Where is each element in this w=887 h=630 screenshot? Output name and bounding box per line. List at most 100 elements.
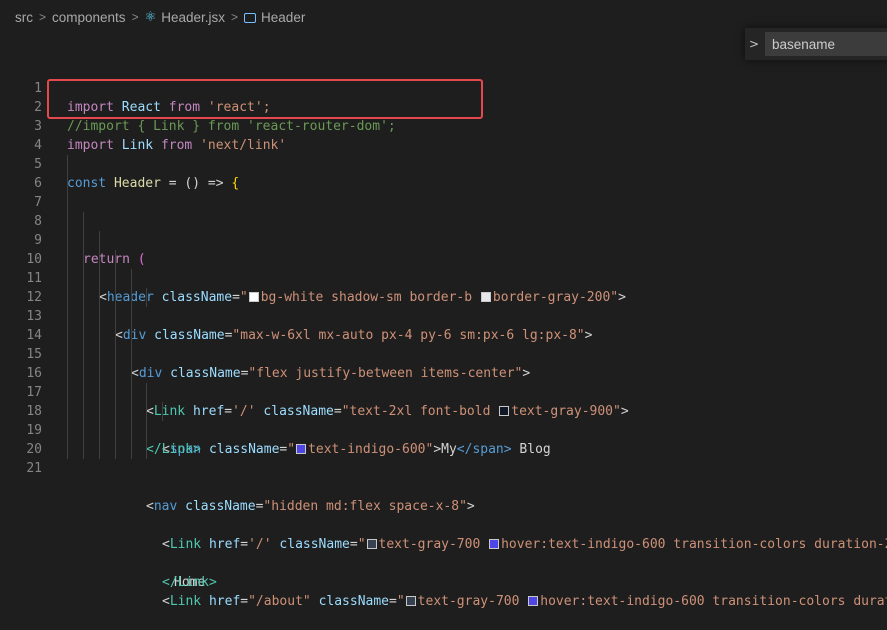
- indent-guide: [146, 402, 147, 421]
- indent-guide: [99, 421, 100, 440]
- indent-guide: [83, 231, 84, 250]
- indent-guide: [67, 345, 68, 364]
- indent-guide: [115, 440, 116, 459]
- color-swatch-gray-700[interactable]: [366, 539, 377, 549]
- indent-guide: [67, 250, 68, 269]
- toggle-replace-chevron-icon[interactable]: >: [745, 37, 763, 51]
- indent-guide: [131, 402, 132, 421]
- indent-guide: [67, 155, 68, 174]
- indent-guide: [83, 440, 84, 459]
- breadcrumb-separator-icon: >: [231, 10, 239, 24]
- token: =: [240, 537, 249, 552]
- indent-guide: [67, 231, 68, 250]
- indent-guide: [146, 383, 147, 402]
- indent-guide: [146, 421, 147, 440]
- token: hover:text-indigo-600 transition-colors …: [501, 537, 887, 552]
- token: href: [208, 594, 241, 609]
- breadcrumb-item-symbol[interactable]: Header: [261, 10, 305, 25]
- breadcrumb-item-components[interactable]: components: [52, 10, 126, 25]
- code-line: 10 <div className="max-w-6xl mx-auto px-…: [0, 231, 887, 343]
- indent-guide: [67, 440, 68, 459]
- indent-guide: [131, 307, 132, 326]
- indent-guide: [83, 307, 84, 326]
- code-line: 8 return (: [0, 193, 887, 267]
- indent-guide: [83, 250, 84, 269]
- indent-guide: [83, 212, 84, 231]
- indent-guide: [67, 212, 68, 231]
- code-line: 6: [0, 155, 887, 191]
- code-line: 3 import Link from 'next/link': [0, 98, 887, 153]
- code-line: 2 //import { Link } from 'react-router-d…: [0, 79, 887, 134]
- token: =: [255, 499, 264, 514]
- indent-guide: [131, 345, 132, 364]
- token: className: [318, 594, 390, 609]
- code-line: 13 <span className=" text-indigo-600">My<…: [0, 288, 887, 457]
- indent-guide: [99, 364, 100, 383]
- indent-guide: [146, 288, 147, 307]
- code-line: 21 <Link href="/about" className=" text-g…: [0, 440, 887, 609]
- indent-guide: [146, 440, 147, 459]
- code-line: 16: [0, 345, 887, 381]
- token: "/about": [248, 594, 311, 609]
- token: <: [162, 594, 170, 609]
- token: <: [146, 499, 154, 514]
- breadcrumb-item-file[interactable]: Header.jsx: [161, 10, 225, 25]
- indent-guide: [67, 174, 68, 193]
- code-line: 19 Home: [0, 402, 887, 590]
- indent-guide: [67, 383, 68, 402]
- token: "hidden md:flex space-x-8": [263, 499, 467, 514]
- token: Link: [169, 594, 202, 609]
- token: ": [357, 537, 366, 552]
- indent-guide: [67, 193, 68, 212]
- indent-guide: [83, 269, 84, 288]
- indent-guide: [99, 383, 100, 402]
- indent-guide: [67, 288, 68, 307]
- code-line: 1 import React from 'react';: [0, 60, 887, 115]
- indent-guide: [131, 326, 132, 345]
- token: nav: [153, 499, 178, 514]
- indent-guide: [83, 364, 84, 383]
- indent-guide: [67, 326, 68, 345]
- indent-guide: [67, 402, 68, 421]
- color-swatch-indigo-600[interactable]: [489, 539, 500, 549]
- color-swatch-gray-700[interactable]: [405, 596, 416, 606]
- breadcrumb-item-src[interactable]: src: [15, 10, 33, 25]
- indent-guide: [131, 440, 132, 459]
- code-line: 14 </Link>: [0, 307, 887, 457]
- token: text-gray-700: [378, 537, 489, 552]
- code-editor[interactable]: 1 import React from 'react'; 2 //import …: [0, 60, 887, 609]
- indent-guide: [131, 269, 132, 288]
- indent-guide: [99, 440, 100, 459]
- indent-guide: [131, 383, 132, 402]
- code-line: 5 const Header = () => {: [0, 136, 887, 191]
- token: =: [389, 594, 397, 609]
- indent-guide: [131, 288, 132, 307]
- indent-guide: [99, 402, 100, 421]
- indent-guide: [83, 383, 84, 402]
- token: >: [466, 499, 475, 514]
- code-line: 7: [0, 174, 887, 210]
- indent-guide: [115, 383, 116, 402]
- code-line: 20 </Link>: [0, 421, 887, 590]
- color-swatch-indigo-600[interactable]: [528, 596, 539, 606]
- indent-guide: [115, 326, 116, 345]
- indent-guide: [115, 364, 116, 383]
- token: ": [396, 594, 405, 609]
- token: =: [349, 537, 358, 552]
- code-line: 12 <Link href='/' className="text-2xl fo…: [0, 269, 887, 419]
- indent-guide: [115, 269, 116, 288]
- code-line: 18 <Link href='/' className=" text-gray-7…: [0, 383, 887, 552]
- token: Link: [169, 537, 202, 552]
- find-widget: >: [745, 28, 887, 60]
- indent-guide: [83, 421, 84, 440]
- code-line: 11 <div className="flex justify-between …: [0, 250, 887, 381]
- indent-guide: [83, 326, 84, 345]
- indent-guide: [115, 307, 116, 326]
- token: className: [185, 499, 256, 514]
- indent-guide: [115, 421, 116, 440]
- find-input[interactable]: [765, 32, 887, 56]
- indent-guide: [83, 345, 84, 364]
- breadcrumb-separator-icon: >: [131, 10, 139, 24]
- react-icon: ⚛: [144, 9, 157, 24]
- token: </Link>: [162, 575, 217, 590]
